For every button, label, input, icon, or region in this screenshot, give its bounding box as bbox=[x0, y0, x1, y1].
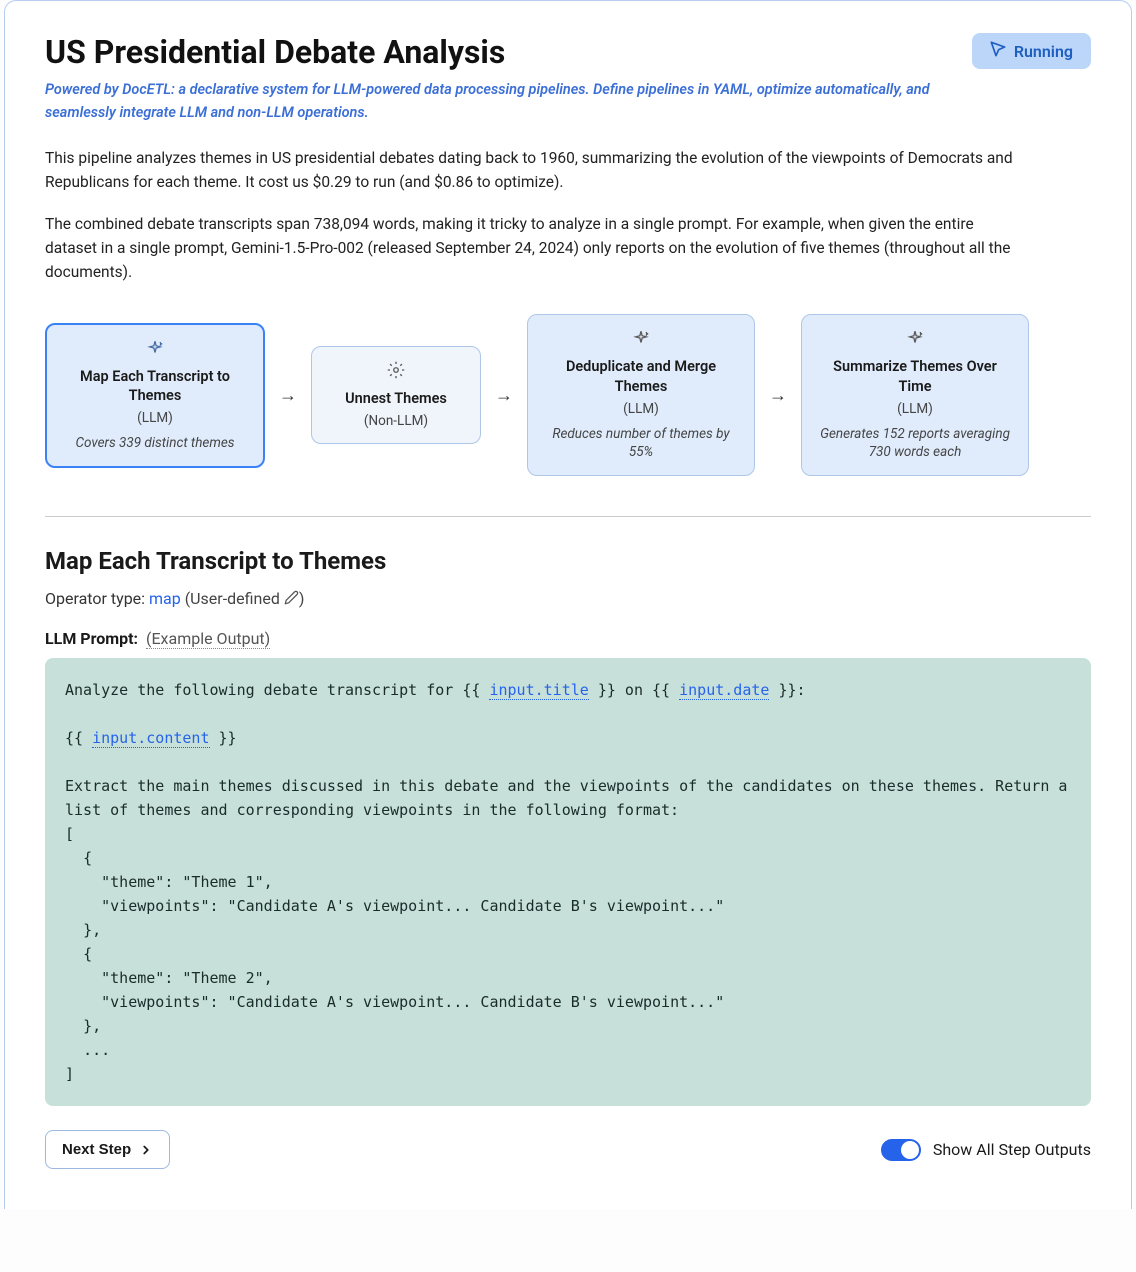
next-step-label: Next Step bbox=[62, 1141, 131, 1158]
sparkle-icon bbox=[632, 329, 650, 351]
show-all-outputs-toggle[interactable] bbox=[881, 1139, 921, 1161]
step-title: Summarize Themes Over Time bbox=[825, 357, 1005, 396]
edit-icon[interactable] bbox=[284, 590, 299, 609]
header-row: US Presidential Debate Analysis Running bbox=[45, 33, 1091, 71]
footer-row: Next Step Show All Step Outputs bbox=[45, 1130, 1091, 1169]
step-caption: Generates 152 reports averaging 730 word… bbox=[820, 425, 1010, 461]
step-type: (LLM) bbox=[623, 401, 659, 417]
operator-type-row: Operator type: map (User-defined ) bbox=[45, 589, 1091, 609]
sparkle-icon bbox=[146, 339, 164, 361]
sparkle-icon bbox=[906, 329, 924, 351]
step-title: Deduplicate and Merge Themes bbox=[551, 357, 731, 396]
toggle-label: Show All Step Outputs bbox=[933, 1140, 1091, 1159]
pipeline-step-dedupe[interactable]: Deduplicate and Merge Themes (LLM) Reduc… bbox=[527, 314, 755, 476]
send-icon bbox=[990, 41, 1006, 61]
next-step-button[interactable]: Next Step bbox=[45, 1130, 170, 1169]
subtitle: Powered by DocETL: a declarative system … bbox=[45, 79, 945, 124]
example-output-link[interactable]: (Example Output) bbox=[146, 629, 270, 649]
template-var-content: input.content bbox=[92, 729, 209, 748]
step-title: Unnest Themes bbox=[345, 389, 447, 409]
status-text: Running bbox=[1014, 42, 1073, 61]
llm-prompt-label: LLM Prompt: bbox=[45, 629, 138, 648]
step-caption: Covers 339 distinct themes bbox=[75, 434, 234, 452]
status-badge: Running bbox=[972, 33, 1091, 69]
pipeline-step-map[interactable]: Map Each Transcript to Themes (LLM) Cove… bbox=[45, 323, 265, 468]
template-var-title: input.title bbox=[489, 681, 588, 700]
arrow-icon: → bbox=[769, 385, 787, 406]
prompt-label-row: LLM Prompt: (Example Output) bbox=[45, 629, 1091, 648]
chevron-right-icon bbox=[139, 1143, 153, 1157]
step-caption: Reduces number of themes by 55% bbox=[546, 425, 736, 461]
operator-link[interactable]: map bbox=[149, 589, 181, 608]
template-var-date: input.date bbox=[679, 681, 769, 700]
page-title: US Presidential Debate Analysis bbox=[45, 33, 505, 71]
step-type: (Non-LLM) bbox=[364, 413, 428, 429]
step-detail-heading: Map Each Transcript to Themes bbox=[45, 547, 1091, 575]
arrow-icon: → bbox=[495, 385, 513, 406]
gear-icon bbox=[387, 361, 405, 383]
pipeline-step-unnest[interactable]: Unnest Themes (Non-LLM) bbox=[311, 346, 481, 444]
arrow-icon: → bbox=[279, 385, 297, 406]
description-p1: This pipeline analyzes themes in US pres… bbox=[45, 146, 1015, 194]
step-type: (LLM) bbox=[897, 401, 933, 417]
step-title: Map Each Transcript to Themes bbox=[65, 367, 245, 406]
main-card: US Presidential Debate Analysis Running … bbox=[4, 0, 1132, 1209]
step-type: (LLM) bbox=[137, 410, 173, 426]
code-body: Extract the main themes discussed in thi… bbox=[65, 777, 1076, 1083]
description-p2: The combined debate transcripts span 738… bbox=[45, 212, 1015, 284]
toggle-row: Show All Step Outputs bbox=[881, 1139, 1091, 1161]
code-block: Analyze the following debate transcript … bbox=[45, 658, 1091, 1106]
pipeline-row: Map Each Transcript to Themes (LLM) Cove… bbox=[45, 314, 1091, 476]
pipeline-step-summarize[interactable]: Summarize Themes Over Time (LLM) Generat… bbox=[801, 314, 1029, 476]
operator-label: Operator type: bbox=[45, 589, 149, 608]
operator-suffix: (User-defined bbox=[181, 589, 284, 608]
divider bbox=[45, 516, 1091, 517]
operator-suffix2: ) bbox=[299, 589, 305, 608]
